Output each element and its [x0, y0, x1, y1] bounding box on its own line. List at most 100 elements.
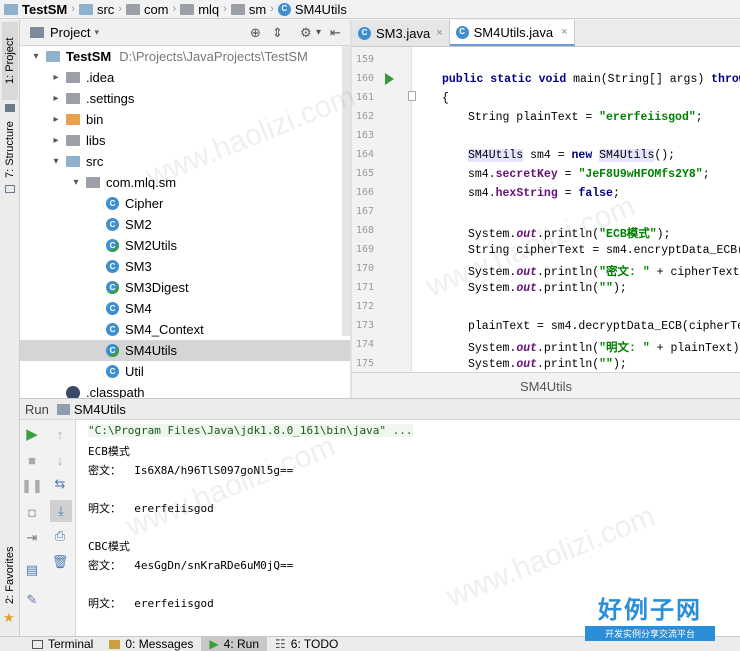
breadcrumb-project[interactable]: TestSM: [0, 0, 67, 18]
tab-structure[interactable]: 7: Structure: [2, 116, 18, 184]
console-line: 明文： ererfeiisgod: [88, 597, 214, 610]
stop-icon[interactable]: ■: [24, 452, 40, 468]
tab-project[interactable]: 1: Project: [2, 22, 18, 100]
gear-icon[interactable]: ⚙: [300, 25, 312, 41]
tree-item-label: TestSM: [66, 49, 112, 64]
code-line-170: System.out.println("密文: " + cipherText);: [468, 266, 740, 279]
locate-icon[interactable]: ⊕: [250, 25, 261, 41]
breadcrumb-sm4utils[interactable]: C SM4Utils: [274, 0, 347, 18]
breadcrumb-sm[interactable]: sm: [227, 0, 266, 18]
tab-run[interactable]: ▶ 4: Run: [201, 637, 267, 651]
breadcrumb-com[interactable]: com: [122, 0, 169, 18]
exit-icon[interactable]: ⇥: [24, 530, 40, 546]
chevron-down-icon[interactable]: ▾: [70, 177, 82, 188]
class-icon: C: [106, 365, 119, 378]
print-icon[interactable]: ⎙: [52, 528, 68, 544]
class-icon: C: [106, 197, 119, 210]
close-icon[interactable]: ×: [436, 27, 442, 39]
tree-item-label: src: [86, 154, 104, 169]
rerun-icon[interactable]: ▶: [24, 426, 40, 443]
code-editor[interactable]: 159 160 161 162 163 164 165 166 167 168 169 170 171 1…: [352, 47, 740, 372]
camera-icon[interactable]: ◘: [24, 504, 40, 520]
folder-icon: [66, 135, 80, 146]
tree-item[interactable]: ▸ bin: [20, 109, 350, 130]
run-config-tab[interactable]: SM4Utils: [56, 402, 126, 417]
chevron-right-icon: ›: [172, 3, 177, 15]
tree-item-label: .settings: [86, 91, 135, 106]
gear-dropdown-icon[interactable]: ▾: [316, 27, 321, 38]
tab-messages[interactable]: 0: Messages: [101, 637, 201, 651]
line-number: 172: [355, 301, 374, 312]
line-number: 171: [355, 282, 374, 293]
tree-item[interactable]: C SM2Utils: [20, 235, 350, 256]
tree-item-label: SM4_Context: [125, 322, 204, 337]
tree-item[interactable]: ▸ libs: [20, 130, 350, 151]
tree-item-label: SM3Digest: [125, 280, 189, 295]
tree-item[interactable]: C SM4: [20, 298, 350, 319]
tree-item-label: SM2Utils: [125, 238, 178, 253]
close-icon[interactable]: ×: [561, 26, 567, 38]
tree-item[interactable]: C Cipher: [20, 193, 350, 214]
down-arrow-icon[interactable]: ↓: [52, 452, 68, 468]
hide-panel-icon[interactable]: ⇤: [330, 25, 341, 41]
line-number: 161: [355, 92, 374, 103]
soft-wrap-icon[interactable]: ⇆: [52, 476, 68, 492]
tree-item[interactable]: C SM4Utils: [20, 340, 350, 361]
chevron-right-icon[interactable]: ▸: [50, 135, 62, 146]
tree-item-label: com.mlq.sm: [106, 175, 177, 190]
chevron-down-icon[interactable]: ▾: [30, 51, 42, 62]
class-icon: C: [106, 323, 119, 336]
tree-item-label: Cipher: [125, 196, 164, 211]
chevron-right-icon[interactable]: ▸: [50, 72, 62, 83]
tree-item[interactable]: C Util: [20, 361, 350, 382]
trash-icon[interactable]: 🗑: [52, 554, 69, 570]
run-gutter-icon[interactable]: [385, 73, 394, 85]
chevron-right-icon[interactable]: ▸: [50, 93, 62, 104]
package-icon: [125, 3, 140, 15]
tab-favorites[interactable]: 2: Favorites: [2, 540, 18, 610]
fold-icon[interactable]: [408, 91, 416, 101]
tree-item[interactable]: ▾ com.mlq.sm: [20, 172, 350, 193]
tab-terminal[interactable]: Terminal: [24, 637, 101, 651]
run-label: Run: [25, 401, 49, 417]
breadcrumb-src[interactable]: src: [75, 0, 114, 18]
code-line-162: String plainText = "ererfeiisgod";: [468, 111, 703, 124]
line-number: 164: [355, 149, 374, 160]
code-line-173: plainText = sm4.decryptData_ECB(cipherTe…: [468, 320, 740, 333]
tree-item[interactable]: ▸ .settings: [20, 88, 350, 109]
tree-item[interactable]: C SM3Digest: [20, 277, 350, 298]
scroll-to-end-icon[interactable]: ⤓: [50, 500, 72, 522]
tab-sm3-java[interactable]: C SM3.java ×: [352, 20, 450, 46]
tab-todo[interactable]: ☷ 6: TODO: [267, 637, 346, 651]
tree-item[interactable]: C SM3: [20, 256, 350, 277]
tree-item[interactable]: ▾ TestSM D:\Projects\JavaProjects\TestSM: [20, 46, 350, 67]
folder-icon: [66, 72, 80, 83]
scrollbar[interactable]: [342, 46, 350, 336]
editor-tabs: C SM3.java × C SM4Utils.java ×: [352, 20, 740, 47]
line-number: 166: [355, 187, 374, 198]
chevron-right-icon[interactable]: ▸: [50, 114, 62, 125]
dropdown-arrow-icon[interactable]: ▾: [94, 27, 99, 38]
tab-sm4utils-java[interactable]: C SM4Utils.java ×: [449, 20, 575, 46]
pause-icon[interactable]: ❚❚: [21, 478, 43, 494]
tree-item[interactable]: C SM4_Context: [20, 319, 350, 340]
tree-item[interactable]: ▾ src: [20, 151, 350, 172]
project-view-selector[interactable]: Project: [50, 25, 90, 40]
project-tree: ▾ TestSM D:\Projects\JavaProjects\TestSM ▸.…: [20, 46, 350, 398]
collapse-all-icon[interactable]: ⇕: [272, 25, 283, 41]
tree-item[interactable]: ▸ .idea: [20, 67, 350, 88]
code-line-175: System.out.println("");: [468, 358, 627, 371]
breadcrumb-mlq[interactable]: mlq: [176, 0, 219, 18]
tree-item[interactable]: C SM2: [20, 214, 350, 235]
method-breadcrumb[interactable]: SM4Utils: [520, 379, 572, 394]
line-number: 168: [355, 225, 374, 236]
project-icon: [5, 104, 15, 112]
tree-item-label: Util: [125, 364, 144, 379]
layout-icon[interactable]: ▤: [24, 562, 40, 578]
class-icon: C: [106, 218, 119, 231]
up-arrow-icon[interactable]: ↑: [52, 426, 68, 442]
pin-icon[interactable]: ✎: [24, 592, 40, 608]
tree-item[interactable]: .classpath: [20, 382, 350, 398]
chevron-down-icon[interactable]: ▾: [50, 156, 62, 167]
chevron-right-icon: ›: [270, 3, 274, 15]
